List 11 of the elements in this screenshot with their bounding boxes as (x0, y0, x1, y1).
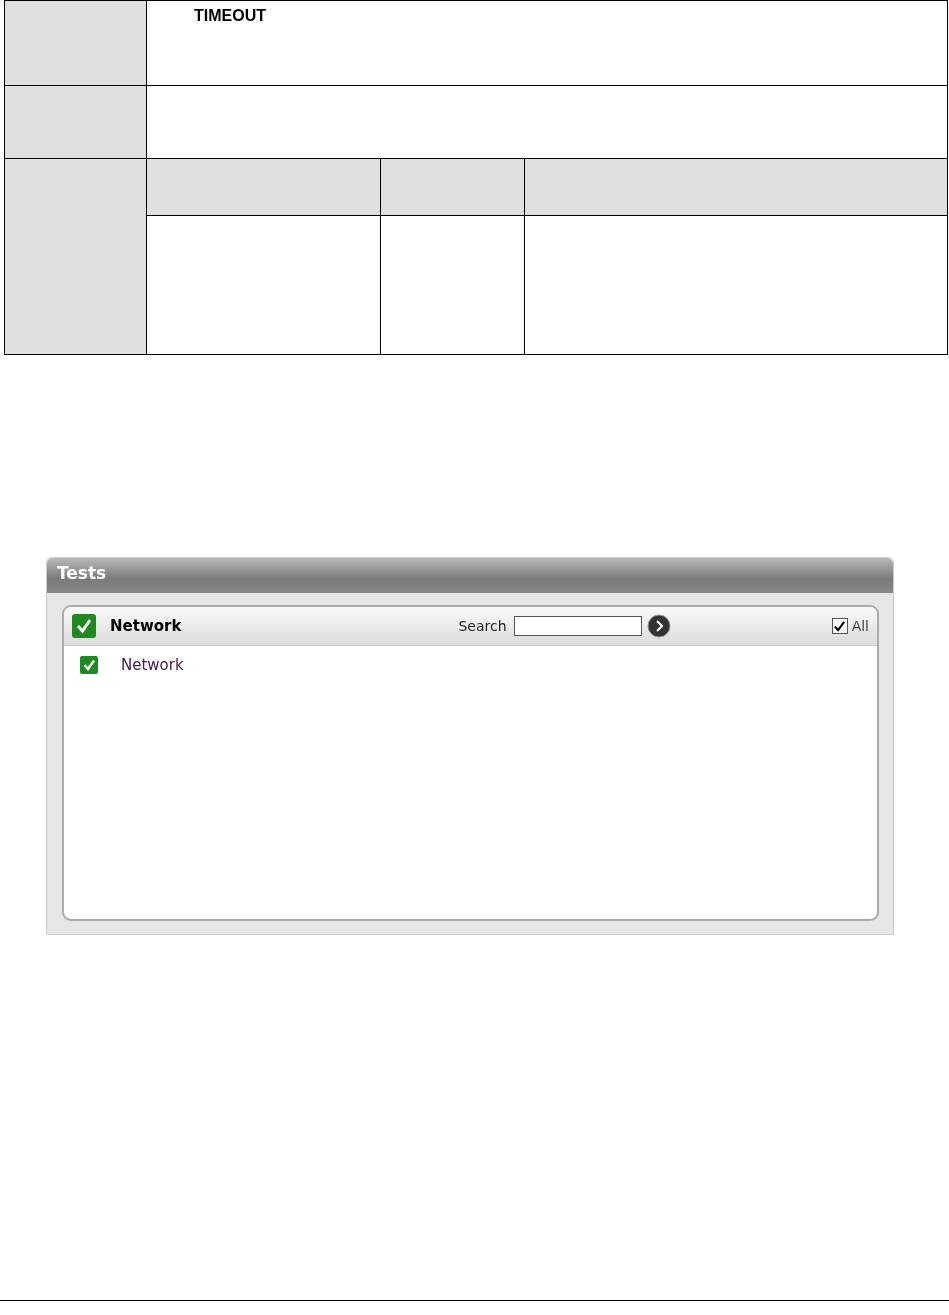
panel-title: Tests (47, 558, 893, 593)
search-field[interactable] (513, 616, 642, 636)
all-label: All (851, 618, 869, 634)
test-item[interactable]: Network (121, 656, 184, 674)
checkbox[interactable] (80, 656, 98, 674)
go-button[interactable] (646, 614, 671, 638)
checkbox[interactable] (72, 614, 96, 638)
checkbox[interactable] (831, 618, 848, 634)
group-label: Network (110, 617, 182, 635)
table-cell-text: TIMEOUT (194, 7, 266, 24)
search-label: Search (458, 618, 507, 634)
